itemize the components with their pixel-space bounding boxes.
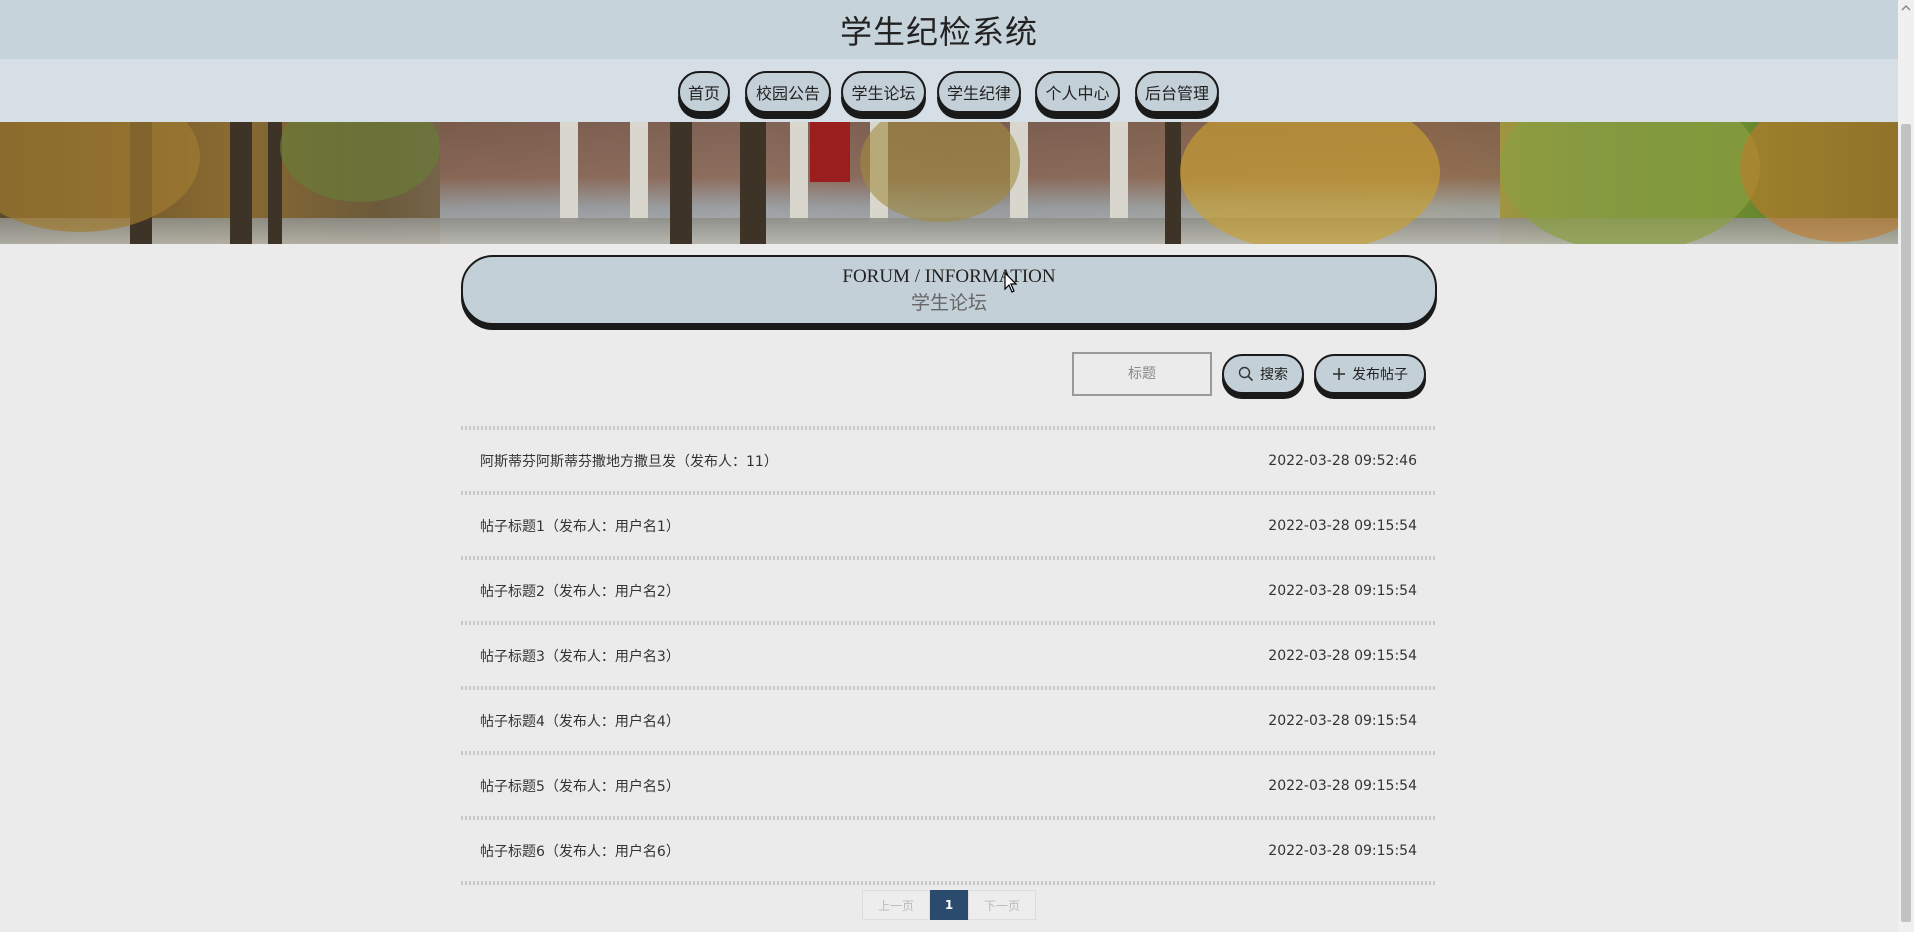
search-button-label: 搜索 (1260, 367, 1288, 383)
post-time: 2022-03-28 09:15:54 (1268, 517, 1417, 534)
scrollbar-thumb[interactable] (1901, 124, 1911, 922)
prev-page-button[interactable]: 上一页 (862, 890, 930, 920)
search-icon (1238, 366, 1254, 382)
post-row[interactable]: 帖子标题1（发布人：用户名1） 2022-03-28 09:15:54 (461, 495, 1437, 556)
post-row[interactable]: 帖子标题4（发布人：用户名4） 2022-03-28 09:15:54 (461, 690, 1437, 751)
current-page-button[interactable]: 1 (930, 890, 968, 920)
post-list: 阿斯蒂芬阿斯蒂芬撒地方撒旦发（发布人：11） 2022-03-28 09:52:… (461, 426, 1437, 885)
vertical-scrollbar[interactable] (1898, 0, 1914, 932)
mouse-cursor-icon (1004, 271, 1018, 298)
post-time: 2022-03-28 09:15:54 (1268, 647, 1417, 664)
pagination: 上一页 1 下一页 (862, 890, 1036, 920)
publish-post-label: 发布帖子 (1352, 367, 1408, 383)
post-title[interactable]: 帖子标题4（发布人：用户名4） (480, 711, 680, 731)
publish-post-button[interactable]: 发布帖子 (1314, 354, 1426, 394)
post-time: 2022-03-28 09:15:54 (1268, 842, 1417, 859)
post-row[interactable]: 阿斯蒂芬阿斯蒂芬撒地方撒旦发（发布人：11） 2022-03-28 09:52:… (461, 430, 1437, 491)
nav-admin[interactable]: 后台管理 (1135, 71, 1219, 113)
nav-student-forum[interactable]: 学生论坛 (841, 71, 926, 113)
post-row[interactable]: 帖子标题2（发布人：用户名2） 2022-03-28 09:15:54 (461, 560, 1437, 621)
post-time: 2022-03-28 09:15:54 (1268, 777, 1417, 794)
post-title[interactable]: 帖子标题1（发布人：用户名1） (480, 516, 680, 536)
post-title[interactable]: 帖子标题2（发布人：用户名2） (480, 581, 680, 601)
list-divider (461, 881, 1437, 885)
scroll-up-arrow-icon[interactable] (1898, 0, 1914, 16)
post-row[interactable]: 帖子标题3（发布人：用户名3） 2022-03-28 09:15:54 (461, 625, 1437, 686)
nav-personal-center[interactable]: 个人中心 (1035, 71, 1120, 113)
search-button[interactable]: 搜索 (1222, 354, 1304, 394)
forum-heading-chinese: 学生论坛 (910, 293, 987, 314)
site-title: 学生纪检系统 (839, 12, 1038, 51)
post-title[interactable]: 帖子标题3（发布人：用户名3） (480, 646, 680, 666)
page: 学生纪检系统 首页 校园公告 学生论坛 学生纪律 个人中心 后台管理 FORUM… (0, 0, 1898, 932)
post-time: 2022-03-28 09:15:54 (1268, 712, 1417, 729)
post-title[interactable]: 帖子标题6（发布人：用户名6） (480, 841, 680, 861)
site-header: 学生纪检系统 (0, 0, 1898, 59)
post-time: 2022-03-28 09:52:46 (1268, 452, 1417, 469)
title-search-input[interactable] (1072, 352, 1212, 396)
forum-heading: FORUM / INFORMATION 学生论坛 (461, 255, 1437, 325)
post-row[interactable]: 帖子标题5（发布人：用户名5） 2022-03-28 09:15:54 (461, 755, 1437, 816)
nav-student-discipline[interactable]: 学生纪律 (937, 71, 1021, 113)
main-nav: 首页 校园公告 学生论坛 学生纪律 个人中心 后台管理 (0, 59, 1898, 122)
post-row[interactable]: 帖子标题6（发布人：用户名6） 2022-03-28 09:15:54 (461, 820, 1437, 881)
forum-heading-english: FORUM / INFORMATION (842, 266, 1056, 287)
next-page-button[interactable]: 下一页 (968, 890, 1036, 920)
nav-campus-notice[interactable]: 校园公告 (745, 71, 831, 113)
post-title[interactable]: 帖子标题5（发布人：用户名5） (480, 776, 680, 796)
nav-home[interactable]: 首页 (678, 71, 730, 113)
campus-banner-image (0, 122, 1898, 244)
post-time: 2022-03-28 09:15:54 (1268, 582, 1417, 599)
plus-icon (1332, 367, 1346, 381)
post-title[interactable]: 阿斯蒂芬阿斯蒂芬撒地方撒旦发（发布人：11） (480, 451, 778, 471)
